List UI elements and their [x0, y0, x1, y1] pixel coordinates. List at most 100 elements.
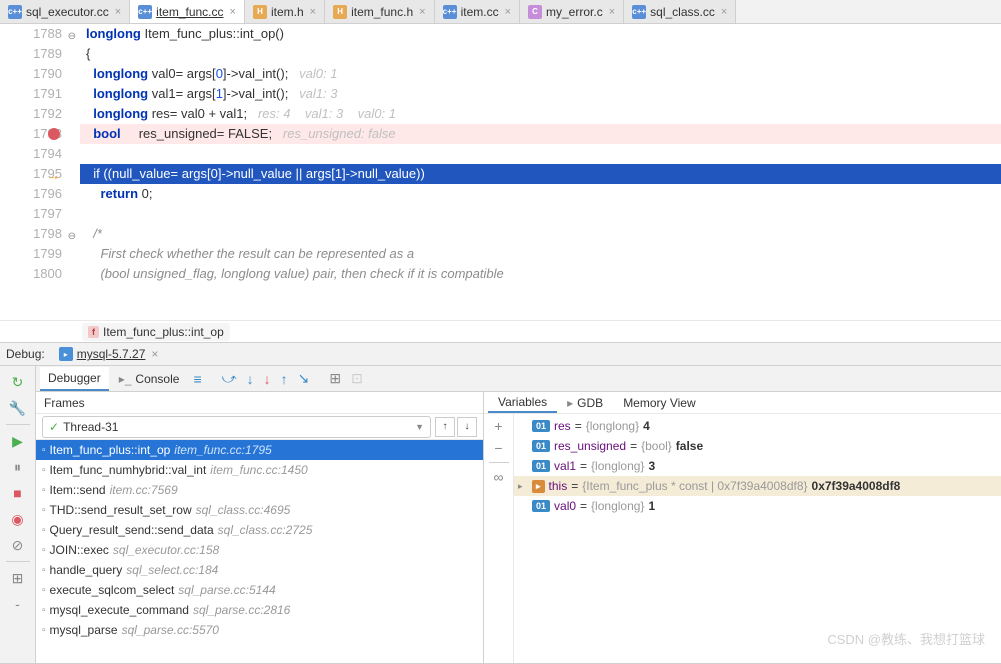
stack-frame[interactable]: ▫JOIN::exec sql_executor.cc:158: [36, 540, 483, 560]
add-watch-button[interactable]: +: [494, 418, 502, 434]
tab-console[interactable]: ▸_ Console: [111, 368, 188, 390]
line-number[interactable]: 1794: [0, 144, 62, 164]
line-number[interactable]: 1797: [0, 204, 62, 224]
close-icon[interactable]: ×: [115, 6, 121, 18]
editor-tabs: c++sql_executor.cc×c++item_func.cc×Hitem…: [0, 0, 1001, 24]
debug-config[interactable]: ▸ mysql-5.7.27 ×: [53, 345, 165, 363]
variable-row[interactable]: 01 val1 = {longlong} 3: [514, 456, 1001, 476]
settings-button[interactable]: 🔧: [6, 396, 30, 420]
close-icon[interactable]: ×: [505, 6, 511, 18]
file-tab[interactable]: c++item_func.cc×: [130, 0, 245, 23]
code-line[interactable]: /*: [80, 224, 1001, 244]
code-line[interactable]: longlong val0= args[0]->val_int(); val0:…: [80, 64, 1001, 84]
code-line[interactable]: {: [80, 44, 1001, 64]
file-tab[interactable]: Cmy_error.c×: [520, 0, 624, 23]
remove-watch-button[interactable]: −: [494, 440, 502, 456]
code-line[interactable]: return 0;: [80, 184, 1001, 204]
variables-tabs: Variables ▸ GDB Memory View: [484, 392, 1001, 414]
variable-row[interactable]: 01 val0 = {longlong} 1: [514, 496, 1001, 516]
force-step-into-button[interactable]: ↓: [260, 369, 275, 389]
run-to-cursor-button[interactable]: ↘: [294, 368, 314, 389]
code-line[interactable]: [80, 204, 1001, 224]
line-number[interactable]: 1799: [0, 244, 62, 264]
thread-dropdown[interactable]: ✓ Thread-31 ▼: [42, 416, 431, 438]
code-line[interactable]: longlong val1= args[1]->val_int(); val1:…: [80, 84, 1001, 104]
code-line[interactable]: bool res_unsigned= FALSE; res_unsigned: …: [80, 124, 1001, 144]
debug-label: Debug:: [6, 347, 45, 361]
mute-breakpoints-button[interactable]: ⊘: [6, 533, 30, 557]
tab-gdb[interactable]: ▸ GDB: [557, 392, 613, 413]
close-icon[interactable]: ×: [310, 6, 316, 18]
variable-row[interactable]: ▸▸ this = {Item_func_plus * const | 0x7f…: [514, 476, 1001, 496]
file-tab[interactable]: Hitem.h×: [245, 0, 325, 23]
code-line[interactable]: if ((null_value= args[0]->null_value || …: [80, 164, 1001, 184]
file-tab[interactable]: c++item.cc×: [435, 0, 520, 23]
variable-row[interactable]: 01 res_unsigned = {bool} false: [514, 436, 1001, 456]
gdb-icon: ▸: [567, 396, 573, 410]
stack-frame[interactable]: ▫THD::send_result_set_row sql_class.cc:4…: [36, 500, 483, 520]
view-breakpoints-button[interactable]: ◉: [6, 507, 30, 531]
stack-frame[interactable]: ▫execute_sqlcom_select sql_parse.cc:5144: [36, 580, 483, 600]
file-type-icon: C: [528, 5, 542, 19]
frame-icon: ▫: [42, 525, 46, 536]
step-into-button[interactable]: ↓: [243, 369, 258, 389]
more-button[interactable]: ⊡: [347, 368, 367, 389]
variable-row[interactable]: 01 res = {longlong} 4: [514, 416, 1001, 436]
resume-button[interactable]: ▶: [6, 429, 30, 453]
close-icon[interactable]: ×: [230, 6, 236, 18]
file-tab[interactable]: Hitem_func.h×: [325, 0, 434, 23]
prev-frame-button[interactable]: ↑: [435, 417, 455, 437]
code-line[interactable]: (bool unsigned_flag, longlong value) pai…: [80, 264, 1001, 284]
rerun-button[interactable]: ↻: [6, 370, 30, 394]
tab-variables[interactable]: Variables: [488, 392, 557, 413]
line-number[interactable]: 1795→: [0, 164, 62, 184]
line-number[interactable]: 1790: [0, 64, 62, 84]
close-icon[interactable]: ×: [151, 347, 158, 361]
line-number[interactable]: 1792: [0, 104, 62, 124]
code-line[interactable]: longlong Item_func_plus::int_op(): [80, 24, 1001, 44]
collapse-icon[interactable]: ⊖: [68, 27, 76, 47]
threads-button[interactable]: ≡: [189, 369, 205, 389]
tab-label: sql_executor.cc: [26, 5, 109, 19]
pause-button[interactable]: ⏸: [6, 455, 30, 479]
stack-frame[interactable]: ▫handle_query sql_select.cc:184: [36, 560, 483, 580]
stop-button[interactable]: ■: [6, 481, 30, 505]
stack-frame[interactable]: ▫mysql_execute_command sql_parse.cc:2816: [36, 600, 483, 620]
pin-button[interactable]: -: [6, 592, 30, 616]
var-value: 0x7f39a4008df8: [812, 479, 901, 493]
step-out-button[interactable]: ↑: [277, 369, 292, 389]
line-number[interactable]: 1791: [0, 84, 62, 104]
link-button[interactable]: ∞: [494, 469, 504, 485]
stack-frame[interactable]: ▫mysql_parse sql_parse.cc:5570: [36, 620, 483, 640]
line-number[interactable]: 1798⊖: [0, 224, 62, 244]
expand-icon[interactable]: ▸: [518, 481, 528, 492]
stack-frame[interactable]: ▫Query_result_send::send_data sql_class.…: [36, 520, 483, 540]
stack-frame[interactable]: ▫Item_func_numhybrid::val_int item_func.…: [36, 460, 483, 480]
line-number[interactable]: 1796: [0, 184, 62, 204]
line-number[interactable]: 1789: [0, 44, 62, 64]
code-line[interactable]: longlong res= val0 + val1; res: 4 val1: …: [80, 104, 1001, 124]
code-line[interactable]: First check whether the result can be re…: [80, 244, 1001, 264]
close-icon[interactable]: ×: [419, 6, 425, 18]
frame-name: Item::send: [50, 483, 106, 497]
file-tab[interactable]: c++sql_class.cc×: [624, 0, 736, 23]
close-icon[interactable]: ×: [721, 6, 727, 18]
code-line[interactable]: [80, 144, 1001, 164]
line-number[interactable]: 1788⊖: [0, 24, 62, 44]
next-frame-button[interactable]: ↓: [457, 417, 477, 437]
evaluate-button[interactable]: ⊞: [325, 368, 345, 389]
line-number[interactable]: 1793: [0, 124, 62, 144]
layout-button[interactable]: ⊞: [6, 566, 30, 590]
close-icon[interactable]: ×: [609, 6, 615, 18]
collapse-icon[interactable]: ⊖: [68, 227, 76, 247]
stack-frame[interactable]: ▫Item::send item.cc:7569: [36, 480, 483, 500]
breakpoint-icon[interactable]: [48, 128, 60, 140]
file-tab[interactable]: c++sql_executor.cc×: [0, 0, 130, 23]
stack-frame[interactable]: ▫Item_func_plus::int_op item_func.cc:179…: [36, 440, 483, 460]
tab-debugger[interactable]: Debugger: [40, 367, 109, 391]
tab-memory-view[interactable]: Memory View: [613, 392, 705, 413]
code-area[interactable]: longlong Item_func_plus::int_op(){ longl…: [80, 24, 1001, 320]
line-number[interactable]: 1800: [0, 264, 62, 284]
step-over-button[interactable]: ⤻: [218, 368, 241, 389]
breadcrumb-item[interactable]: f Item_func_plus::int_op: [82, 323, 230, 341]
